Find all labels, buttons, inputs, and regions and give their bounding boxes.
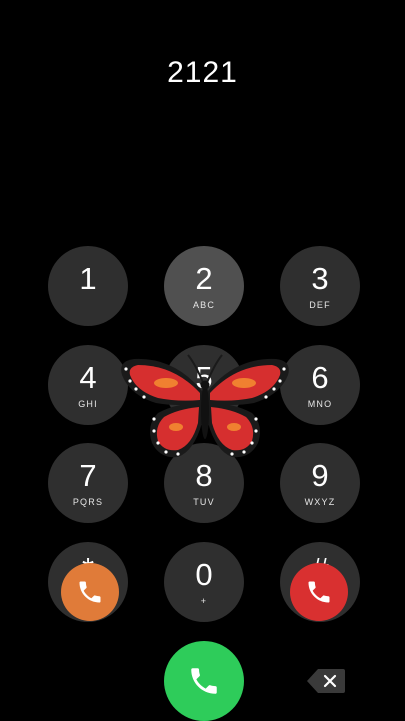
key-digit: 0 [195,557,213,592]
key-digit: 5 [195,360,213,395]
key-4[interactable]: 4 GHI [48,345,128,425]
key-7[interactable]: 7 PQRS [48,443,128,523]
call-button[interactable] [164,641,244,721]
key-digit: 8 [195,458,213,493]
key-6[interactable]: 6 MNO [280,345,360,425]
phone-icon [308,581,330,603]
key-letters: JKL [194,399,214,409]
key-letters: WXYZ [304,497,336,507]
key-2[interactable]: 2 ABC [164,246,244,326]
phone-icon [79,581,101,603]
key-letters: + [200,596,208,606]
key-letters: MNO [307,399,333,409]
key-letters: PQRS [72,497,104,507]
key-9[interactable]: 9 WXYZ [280,443,360,523]
dialed-number: 2121 [167,56,238,89]
key-letters: ABC [192,300,216,310]
key-digit: 4 [79,360,97,395]
backspace-icon [307,669,345,693]
key-letters: TUV [193,497,215,507]
key-letters: GHI [78,399,98,409]
key-digit: 7 [79,458,97,493]
key-digit: 1 [79,261,97,296]
backspace-button[interactable] [306,667,346,695]
key-digit: 6 [311,360,329,395]
key-3[interactable]: 3 DEF [280,246,360,326]
key-digit: 3 [311,261,329,296]
red-call-badge[interactable] [290,563,348,621]
orange-call-badge[interactable] [61,563,119,621]
key-8[interactable]: 8 TUV [164,443,244,523]
key-0[interactable]: 0 + [164,542,244,622]
key-letters: DEF [309,300,331,310]
key-digit: 9 [311,458,329,493]
key-digit: 2 [195,261,213,296]
key-5[interactable]: 5 JKL [164,345,244,425]
phone-icon [191,668,217,694]
key-1[interactable]: 1 [48,246,128,326]
